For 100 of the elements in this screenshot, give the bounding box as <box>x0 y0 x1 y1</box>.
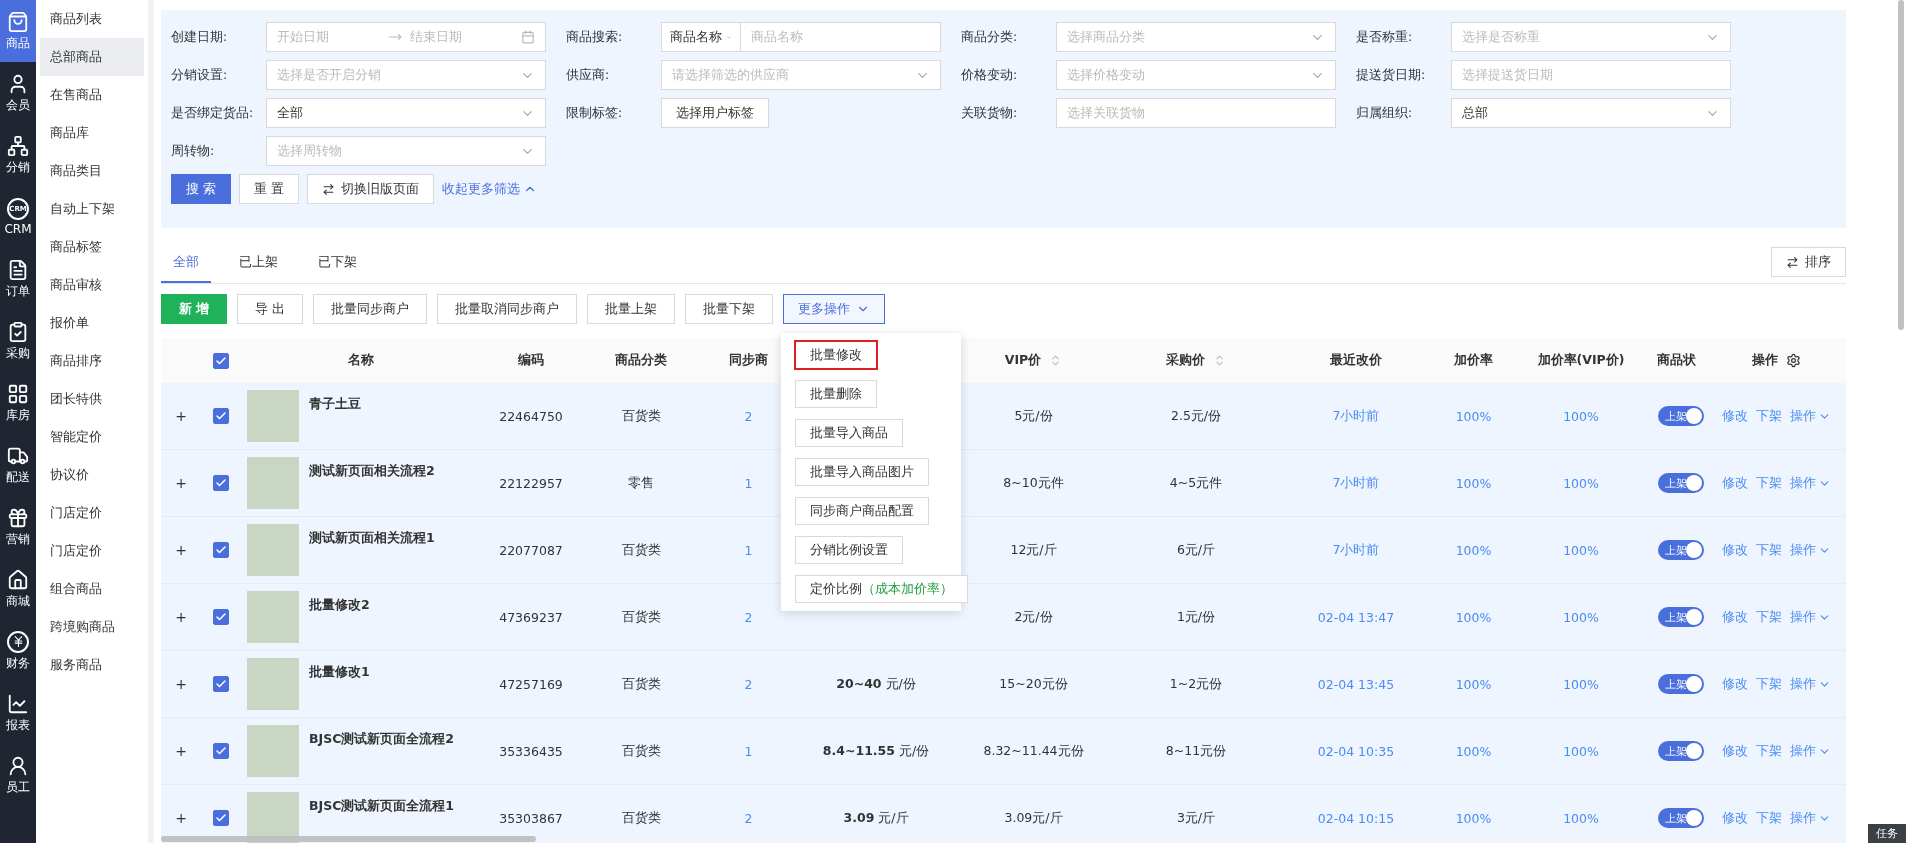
submenu-item[interactable]: 门店定价 <box>40 532 144 570</box>
product-name: BJSC测试新页面全流程2 <box>309 730 455 748</box>
expand-toggle[interactable]: + <box>161 609 201 625</box>
nav-item[interactable]: 订单 <box>0 248 36 310</box>
table-cell-text: 6元/斤 <box>1175 541 1217 559</box>
nav-item[interactable]: 财务 <box>0 620 36 682</box>
nav-item[interactable]: 商城 <box>0 558 36 620</box>
menu-item[interactable]: 定价比例（成本加价率） <box>795 575 969 603</box>
reset-button[interactable]: 重 置 <box>239 174 299 204</box>
submenu-item[interactable]: 跨境购商品 <box>40 608 144 646</box>
submenu-item[interactable]: 商品库 <box>40 114 144 152</box>
tab[interactable]: 全部 <box>161 246 211 283</box>
gift-icon <box>7 506 29 529</box>
check-icon <box>215 611 227 623</box>
row-checkbox[interactable] <box>213 542 229 558</box>
submenu-item[interactable]: 门店定价 <box>40 494 144 532</box>
select-field[interactable]: 全部 <box>266 98 546 128</box>
submenu-item[interactable]: 商品排序 <box>40 342 144 380</box>
submenu-item[interactable]: 智能定价 <box>40 418 144 456</box>
submenu-item[interactable]: 在售商品 <box>40 76 144 114</box>
submenu-item[interactable]: 商品审核 <box>40 266 144 304</box>
column-header: 操作 <box>1706 352 1846 369</box>
expand-toggle[interactable]: + <box>161 743 201 759</box>
status-switch[interactable]: 上架 <box>1658 473 1704 493</box>
table-cell-text: 22077087 <box>498 542 564 558</box>
submenu-item[interactable]: 服务商品 <box>40 646 144 684</box>
nav-item[interactable]: 采购 <box>0 310 36 372</box>
menu-item[interactable]: 同步商户商品配置 <box>795 497 930 525</box>
nav-item[interactable]: 会员 <box>0 62 36 124</box>
row-checkbox[interactable] <box>213 810 229 826</box>
photo-placeholder <box>247 591 299 643</box>
nav-item[interactable]: 报表 <box>0 682 36 744</box>
submenu-item[interactable]: 组合商品 <box>40 570 144 608</box>
menu-item[interactable]: 批量删除 <box>795 380 878 408</box>
filter-label: 价格变动: <box>961 66 1019 84</box>
status-switch[interactable]: 上架 <box>1658 540 1704 560</box>
house-icon <box>7 568 29 591</box>
chart-icon <box>7 692 29 715</box>
column-header[interactable]: 采购价 <box>1111 352 1281 369</box>
menu-item[interactable]: 批量导入商品图片 <box>795 458 930 486</box>
nav-item[interactable]: 配送 <box>0 434 36 496</box>
tab[interactable]: 已下架 <box>306 246 369 283</box>
row-checkbox[interactable] <box>213 609 229 625</box>
status-switch[interactable]: 上架 <box>1658 741 1704 761</box>
task-tab[interactable]: 任务 <box>1868 824 1906 843</box>
sort-icon <box>1213 354 1226 367</box>
submenu-item[interactable]: 团长特供 <box>40 380 144 418</box>
more-actions-button[interactable]: 更多操作 <box>783 294 886 324</box>
nav-item[interactable]: 营销 <box>0 496 36 558</box>
submenu-item[interactable]: 总部商品 <box>40 38 144 76</box>
status-switch[interactable]: 上架 <box>1658 607 1704 627</box>
menu-item[interactable]: 分销比例设置 <box>795 536 904 564</box>
row-checkbox[interactable] <box>213 743 229 759</box>
expand-toggle[interactable]: + <box>161 810 201 826</box>
submenu-item[interactable]: 协议价 <box>40 456 144 494</box>
submenu-item[interactable]: 报价单 <box>40 304 144 342</box>
search-type-select[interactable]: 商品名称 <box>661 22 741 52</box>
filter-label: 限制标签: <box>566 104 624 122</box>
expand-toggle[interactable]: + <box>161 475 201 491</box>
menu-item[interactable]: 批量导入商品 <box>795 419 904 447</box>
status-switch[interactable]: 上架 <box>1658 808 1704 828</box>
submenu-item[interactable]: 商品类目 <box>40 152 144 190</box>
settings-icon[interactable] <box>1785 353 1801 368</box>
toolbar-button[interactable]: 批量上架 <box>587 294 676 324</box>
select-tag-button[interactable]: 选择用户标签 <box>661 98 769 128</box>
column-header[interactable]: VIP价 <box>956 352 1111 369</box>
row-checkbox[interactable] <box>213 676 229 692</box>
table-cell-text: 7小时前 <box>1331 474 1381 492</box>
nav-item[interactable]: 员工 <box>0 744 36 806</box>
nav-item[interactable]: 分销 <box>0 124 36 186</box>
sort-button[interactable]: 排序 <box>1771 247 1846 277</box>
nav-item[interactable]: 商品 <box>0 0 36 62</box>
status-switch[interactable]: 上架 <box>1658 406 1704 426</box>
select-field[interactable]: 总部 <box>1451 98 1731 128</box>
switch-version-button[interactable]: 切换旧版页面 <box>306 174 434 204</box>
toolbar-button[interactable]: 导 出 <box>237 294 304 324</box>
row-checkbox[interactable] <box>213 408 229 424</box>
column-header: 编码 <box>517 352 545 369</box>
row-checkbox[interactable] <box>213 475 229 491</box>
table-cell-text: 7小时前 <box>1331 407 1381 425</box>
expand-toggle[interactable]: + <box>161 676 201 692</box>
submenu-item[interactable]: 商品列表 <box>40 0 144 38</box>
document-icon <box>7 258 29 281</box>
toolbar-button[interactable]: 批量取消同步商户 <box>437 294 578 324</box>
expand-toggle[interactable]: + <box>161 408 201 424</box>
status-switch[interactable]: 上架 <box>1658 674 1704 694</box>
select-all-checkbox[interactable] <box>213 352 229 369</box>
user-icon <box>7 754 29 777</box>
toolbar-button[interactable]: 批量下架 <box>685 294 774 324</box>
table-cell-text: 5元/份 <box>1013 407 1054 425</box>
expand-toggle[interactable]: + <box>161 542 201 558</box>
tab[interactable]: 已上架 <box>227 246 290 283</box>
submenu-item[interactable]: 商品标签 <box>40 228 144 266</box>
menu-item[interactable]: 批量修改 <box>795 341 878 369</box>
toolbar-button[interactable]: 批量同步商户 <box>313 294 428 324</box>
search-button[interactable]: 搜 索 <box>171 174 231 204</box>
table-cell-text: 15~20元份 <box>998 675 1069 693</box>
collapse-filters-link[interactable]: 收起更多筛选 <box>441 180 537 198</box>
nav-item[interactable]: 库房 <box>0 372 36 434</box>
submenu-item[interactable]: 自动上下架 <box>40 190 144 228</box>
